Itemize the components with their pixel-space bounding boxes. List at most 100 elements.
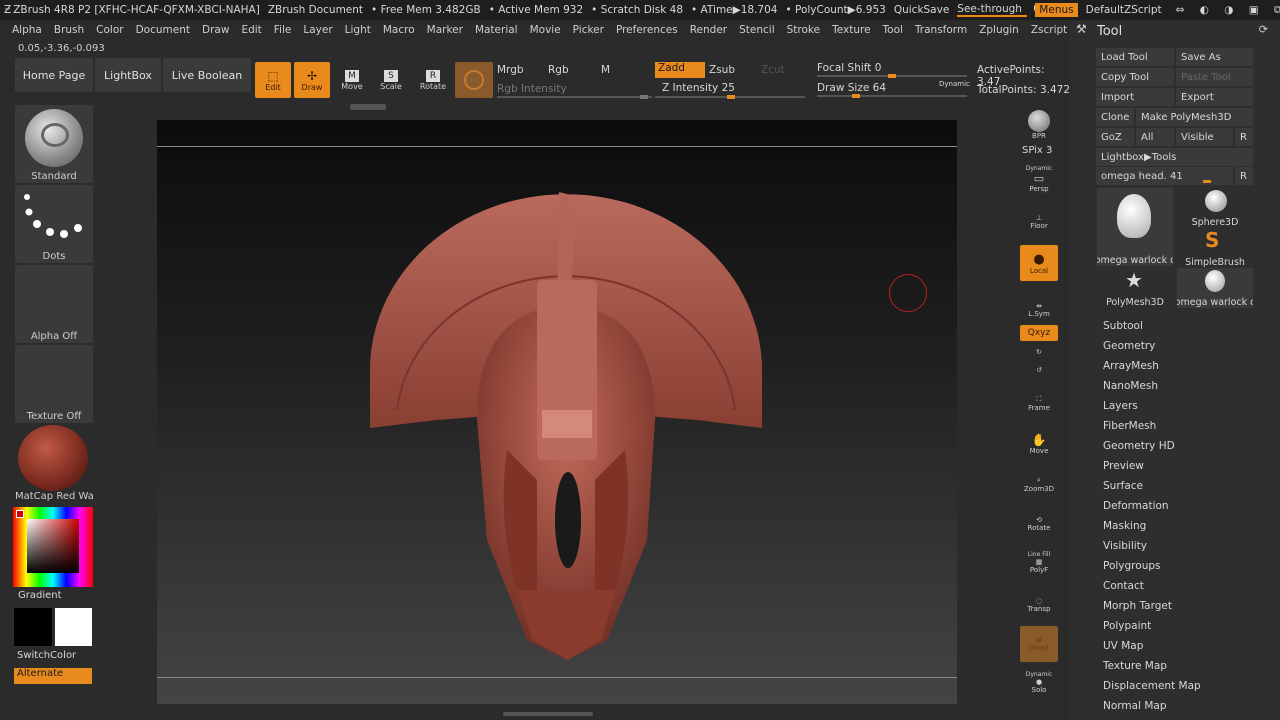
menu-document[interactable]: Document (136, 24, 190, 36)
menu-draw[interactable]: Draw (202, 24, 229, 36)
menu-macro[interactable]: Macro (383, 24, 415, 36)
export-button[interactable]: Export (1176, 88, 1253, 106)
lsym-button[interactable]: ⇹ L.Sym (1020, 292, 1058, 328)
frame-button[interactable]: ⛶ Frame (1020, 385, 1058, 421)
subpalette-visibility[interactable]: Visibility (1103, 540, 1147, 552)
menu-render[interactable]: Render (690, 24, 727, 36)
subpalette-geometry-hd[interactable]: Geometry HD (1103, 440, 1175, 452)
rgb-button[interactable]: Rgb (548, 64, 569, 76)
subpalette-fibermesh[interactable]: FiberMesh (1103, 420, 1156, 432)
move-view-button[interactable]: ✋ Move (1020, 426, 1058, 462)
alpha-picker[interactable]: Alpha Off (15, 265, 93, 343)
z-intensity-slider[interactable]: Z Intensity 25 (662, 82, 735, 94)
menu-picker[interactable]: Picker (573, 24, 604, 36)
subpalette-texture-map[interactable]: Texture Map (1103, 660, 1167, 672)
menu-movie[interactable]: Movie (530, 24, 561, 36)
menu-stroke[interactable]: Stroke (787, 24, 820, 36)
focal-shift-slider[interactable]: Focal Shift 0 (817, 62, 881, 74)
gradient-label[interactable]: Gradient (18, 590, 62, 601)
menu-stencil[interactable]: Stencil (739, 24, 775, 36)
edit-mode-button[interactable]: ⬚ Edit (255, 62, 291, 98)
current-tool-slider[interactable]: omega head. 41 (1096, 167, 1233, 185)
document-canvas[interactable] (157, 120, 957, 704)
goz-all-button[interactable]: All (1136, 128, 1174, 146)
tool-palette-header[interactable]: ⚒ Tool ⟳ (1072, 20, 1278, 42)
draw-size-knob[interactable] (852, 94, 860, 98)
focal-shift-track[interactable] (817, 74, 967, 78)
subpalette-geometry[interactable]: Geometry (1103, 340, 1155, 352)
menu-tool[interactable]: Tool (883, 24, 903, 36)
zcut-button[interactable]: Zcut (761, 64, 785, 76)
solo-button[interactable]: Dynamic ● Solo (1020, 664, 1058, 700)
tool-thumb-sphere3d[interactable]: Sphere3D (1177, 188, 1253, 228)
menu-edit[interactable]: Edit (241, 24, 261, 36)
tool-thumb-omega-warlock-2[interactable]: omega warlock c (1177, 268, 1253, 308)
menus-button[interactable]: Menus (1035, 3, 1078, 17)
paste-tool-button[interactable]: Paste Tool (1176, 68, 1253, 86)
lightbox-button[interactable]: LightBox (95, 58, 161, 92)
live-boolean-button[interactable]: Live Boolean (163, 58, 251, 92)
menu-layer[interactable]: Layer (303, 24, 332, 36)
subpalette-normal-map[interactable]: Normal Map (1103, 700, 1167, 712)
import-button[interactable]: Import (1096, 88, 1174, 106)
canvas-bottom-scroll[interactable] (503, 712, 593, 716)
clone-button[interactable]: Clone (1096, 108, 1134, 126)
subpalette-uv-map[interactable]: UV Map (1103, 640, 1143, 652)
window-controls-icon[interactable]: ⇔ ◐ ◑ ▣ ⧉ 🔒 ▬ ▭ ✕ (1176, 3, 1280, 17)
goz-r-button[interactable]: R (1235, 128, 1253, 146)
tool-r-button[interactable]: R (1235, 167, 1253, 185)
menu-texture[interactable]: Texture (832, 24, 870, 36)
pin-icon[interactable]: ⚒ (1076, 22, 1087, 36)
goz-visible-button[interactable]: Visible (1176, 128, 1233, 146)
sculptris-pro-button[interactable] (455, 62, 493, 98)
menu-zplugin[interactable]: Zplugin (979, 24, 1019, 36)
alternate-button[interactable]: Alternate (14, 668, 92, 684)
subpalette-displacement-map[interactable]: Displacement Map (1103, 680, 1201, 692)
menu-preferences[interactable]: Preferences (616, 24, 678, 36)
draw-mode-button[interactable]: ✢ Draw (294, 62, 330, 98)
tool-thumb-omega-warlock-1[interactable]: omega warlock c (1097, 188, 1173, 266)
current-tool-knob[interactable] (1203, 180, 1211, 183)
secondary-color-swatch[interactable] (14, 608, 52, 646)
dynamic-toggle[interactable]: Dynamic (939, 80, 970, 88)
menu-material[interactable]: Material (475, 24, 518, 36)
menu-zscript[interactable]: Zscript (1031, 24, 1067, 36)
menu-alpha[interactable]: Alpha (12, 24, 42, 36)
color-saturation-square[interactable] (27, 519, 79, 573)
menu-light[interactable]: Light (345, 24, 371, 36)
rotate-z-icon[interactable]: ↺ (1020, 362, 1058, 378)
brush-picker[interactable]: Standard (15, 105, 93, 183)
polyf-button[interactable]: Line Fill ▦ PolyF (1020, 544, 1058, 580)
load-tool-button[interactable]: Load Tool (1096, 48, 1174, 66)
texture-picker[interactable]: Texture Off (15, 345, 93, 423)
draw-size-slider[interactable]: Draw Size 64 (817, 82, 886, 94)
menu-marker[interactable]: Marker (427, 24, 463, 36)
move-button[interactable]: M Move (335, 64, 369, 96)
default-zscript-button[interactable]: DefaultZScript (1086, 4, 1162, 16)
tool-thumb-simplebrush[interactable]: S SimpleBrush (1177, 228, 1253, 268)
m-button[interactable]: M (601, 64, 610, 76)
subpalette-preview[interactable]: Preview (1103, 460, 1144, 472)
rotate-view-button[interactable]: ⟲ Rotate (1020, 506, 1058, 542)
xyz-button[interactable]: Qxyz (1020, 325, 1058, 341)
material-picker[interactable]: MatCap Red Wax (15, 425, 93, 503)
rgb-intensity-track[interactable] (497, 95, 652, 99)
goz-button[interactable]: GoZ (1096, 128, 1134, 146)
tool-thumb-polymesh3d[interactable]: ★ PolyMesh3D (1097, 268, 1173, 308)
switchcolor-button[interactable]: SwitchColor (17, 650, 76, 661)
quicksave-button[interactable]: QuickSave (894, 4, 949, 16)
persp-button[interactable]: Dynamic ▭ Persp (1020, 162, 1058, 196)
primary-color-swatch[interactable] (55, 608, 92, 646)
subpalette-layers[interactable]: Layers (1103, 400, 1138, 412)
menu-brush[interactable]: Brush (54, 24, 84, 36)
seethrough-slider[interactable]: See-through 0 (957, 3, 1040, 17)
subpalette-nanomesh[interactable]: NanoMesh (1103, 380, 1158, 392)
spix-slider[interactable]: SPix 3 (1022, 145, 1052, 156)
subpalette-arraymesh[interactable]: ArrayMesh (1103, 360, 1159, 372)
subpalette-surface[interactable]: Surface (1103, 480, 1143, 492)
canvas-scroll-handle[interactable] (350, 104, 386, 110)
subpalette-polygroups[interactable]: Polygroups (1103, 560, 1160, 572)
copy-tool-button[interactable]: Copy Tool (1096, 68, 1174, 86)
rgb-intensity-slider[interactable]: Rgb Intensity (497, 83, 567, 95)
palette-close-icon[interactable]: ⟳ (1259, 23, 1268, 36)
